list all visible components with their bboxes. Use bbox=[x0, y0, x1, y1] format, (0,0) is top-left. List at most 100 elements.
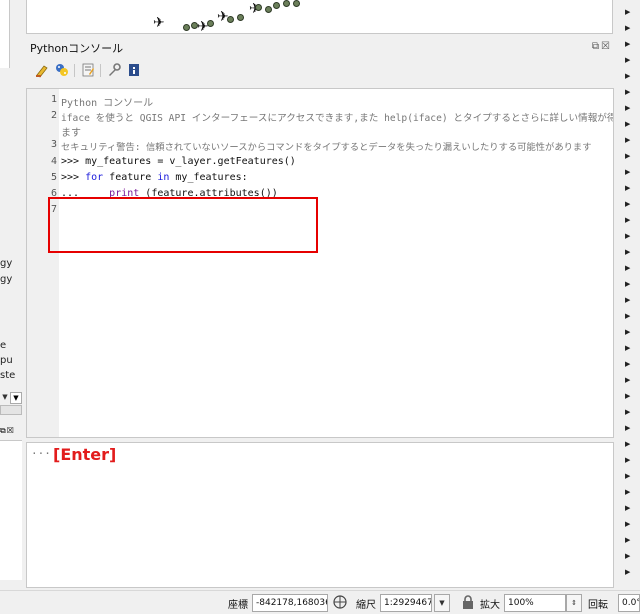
magnifier-field[interactable]: 100% bbox=[504, 594, 566, 612]
expand-arrow-icon[interactable]: ▶ bbox=[625, 152, 630, 160]
expand-arrow-icon[interactable]: ▶ bbox=[625, 200, 630, 208]
horizontal-scrollbar[interactable] bbox=[0, 405, 22, 415]
line-number: 4 bbox=[50, 156, 57, 167]
expand-arrow-icon[interactable]: ▶ bbox=[625, 504, 630, 512]
expand-arrow-icon[interactable]: ▶ bbox=[625, 552, 630, 560]
console-line: >>> for feature in my_features: bbox=[61, 172, 248, 183]
dropdown-arrow-icon[interactable]: ▼ bbox=[10, 392, 22, 404]
expand-arrow-icon[interactable]: ▶ bbox=[625, 136, 630, 144]
expand-arrow-icon[interactable]: ▶ bbox=[625, 392, 630, 400]
status-bar: 座標 -842178,1680360 縮尺 1:29294674 ▼ 拡大 10… bbox=[0, 590, 640, 614]
console-line: セキュリティ警告: 信頼されていないソースからコマンドをタイプするとデータを失っ… bbox=[61, 142, 592, 153]
expand-arrow-icon[interactable]: ▶ bbox=[625, 408, 630, 416]
point-feature-icon bbox=[265, 6, 272, 13]
console-line: ます bbox=[61, 128, 81, 139]
scale-dropdown-arrow-icon[interactable]: ▼ bbox=[434, 594, 450, 612]
show-editor-icon[interactable] bbox=[80, 62, 96, 78]
expand-arrow-icon[interactable]: ▶ bbox=[625, 24, 630, 32]
expand-arrow-icon[interactable]: ▶ bbox=[625, 424, 630, 432]
expand-arrow-icon[interactable]: ▶ bbox=[625, 120, 630, 128]
console-output[interactable]: 1 Python コンソール 2 iface を使うと QGIS API インタ… bbox=[26, 88, 614, 438]
keyword-text: for bbox=[85, 172, 104, 183]
scroll-down-arrow-icon[interactable]: ▼ bbox=[0, 392, 10, 402]
expand-arrow-icon[interactable]: ▶ bbox=[625, 440, 630, 448]
expand-arrow-icon[interactable]: ▶ bbox=[625, 328, 630, 336]
line-number: 2 bbox=[50, 110, 57, 121]
code-text: my_features = v_layer.getFeatures() bbox=[85, 156, 296, 167]
left-fragment-text: e bbox=[0, 340, 7, 351]
left-panel-strip: gy gy e pu ste ▼ ▼ ⧉☒ bbox=[0, 0, 24, 590]
left-fragment-text: ste bbox=[0, 370, 16, 381]
expand-arrow-icon[interactable]: ▶ bbox=[625, 72, 630, 80]
panel-float-close-icons[interactable]: ⧉☒ bbox=[0, 426, 22, 436]
scale-field[interactable]: 1:29294674 bbox=[380, 594, 432, 612]
panel-float-close-icons[interactable]: ⧉☒ bbox=[592, 41, 612, 52]
magnifier-spinner-icon[interactable]: ⇕ bbox=[566, 594, 582, 612]
help-book-icon[interactable] bbox=[126, 62, 142, 78]
expand-arrow-icon[interactable]: ▶ bbox=[625, 360, 630, 368]
enter-annotation: [Enter] bbox=[53, 445, 117, 464]
point-feature-icon bbox=[293, 0, 300, 7]
line-number: 5 bbox=[50, 172, 57, 183]
expand-arrow-icon[interactable]: ▶ bbox=[625, 168, 630, 176]
qgis-window: gy gy e pu ste ▼ ▼ ⧉☒ ✈ ✈ ✈ ✈ ▶ ▶ ▶ ▶ ▶ … bbox=[0, 0, 640, 614]
toolbar-separator bbox=[100, 64, 101, 77]
console-line: >>> my_features = v_layer.getFeatures() bbox=[61, 156, 296, 167]
expand-arrow-icon[interactable]: ▶ bbox=[625, 488, 630, 496]
expand-arrow-icon[interactable]: ▶ bbox=[625, 232, 630, 240]
console-toolbar bbox=[30, 60, 590, 82]
settings-wrench-icon[interactable] bbox=[106, 62, 122, 78]
scale-label: 縮尺 bbox=[356, 600, 376, 611]
expand-arrow-icon[interactable]: ▶ bbox=[625, 344, 630, 352]
lock-icon[interactable] bbox=[460, 594, 476, 610]
expand-arrow-icon[interactable]: ▶ bbox=[625, 520, 630, 528]
mouse-extents-toggle-icon[interactable] bbox=[332, 594, 348, 610]
code-text: feature bbox=[103, 172, 158, 183]
keyword-text: in bbox=[157, 172, 170, 183]
left-panel-list[interactable] bbox=[0, 0, 10, 68]
right-toolbar-strip: ▶ ▶ ▶ ▶ ▶ ▶ ▶ ▶ ▶ ▶ ▶ ▶ ▶ ▶ ▶ ▶ ▶ ▶ ▶ ▶ … bbox=[618, 0, 640, 590]
run-command-icon[interactable] bbox=[54, 62, 70, 78]
left-fragment-text: pu bbox=[0, 355, 13, 366]
input-prompt: ··· bbox=[31, 447, 51, 460]
coordinate-field[interactable]: -842178,1680360 bbox=[252, 594, 328, 612]
expand-arrow-icon[interactable]: ▶ bbox=[625, 8, 630, 16]
left-fragment-text: gy bbox=[0, 274, 13, 285]
point-feature-icon bbox=[183, 24, 190, 31]
left-fragment-text: gy bbox=[0, 258, 13, 269]
expand-arrow-icon[interactable]: ▶ bbox=[625, 264, 630, 272]
prompt-text: >>> bbox=[61, 172, 86, 183]
point-feature-icon bbox=[207, 20, 214, 27]
expand-arrow-icon[interactable]: ▶ bbox=[625, 456, 630, 464]
console-line: iface を使うと QGIS API インターフェースにアクセスできます,また… bbox=[61, 113, 614, 124]
expand-arrow-icon[interactable]: ▶ bbox=[625, 88, 630, 96]
point-feature-icon bbox=[273, 2, 280, 9]
expand-arrow-icon[interactable]: ▶ bbox=[625, 216, 630, 224]
rotation-label: 回転 bbox=[588, 600, 608, 611]
expand-arrow-icon[interactable]: ▶ bbox=[625, 40, 630, 48]
code-text: my_features: bbox=[169, 172, 248, 183]
expand-arrow-icon[interactable]: ▶ bbox=[625, 56, 630, 64]
expand-arrow-icon[interactable]: ▶ bbox=[625, 536, 630, 544]
expand-arrow-icon[interactable]: ▶ bbox=[625, 568, 630, 576]
point-feature-icon bbox=[191, 22, 198, 29]
panel-title: Pythonコンソール bbox=[30, 42, 124, 55]
expand-arrow-icon[interactable]: ▶ bbox=[625, 312, 630, 320]
left-lower-panel bbox=[0, 440, 22, 580]
line-number: 3 bbox=[50, 139, 57, 150]
expand-arrow-icon[interactable]: ▶ bbox=[625, 280, 630, 288]
clear-console-icon[interactable] bbox=[34, 62, 50, 78]
console-input[interactable]: ··· [Enter] bbox=[26, 442, 614, 588]
expand-arrow-icon[interactable]: ▶ bbox=[625, 472, 630, 480]
python-console-panel: Pythonコンソール ⧉☒ 1 Python コンソール 2 iface を使… bbox=[26, 38, 616, 588]
toolbar-separator bbox=[74, 64, 75, 77]
expand-arrow-icon[interactable]: ▶ bbox=[625, 296, 630, 304]
map-canvas[interactable]: ✈ ✈ ✈ ✈ bbox=[26, 0, 613, 34]
expand-arrow-icon[interactable]: ▶ bbox=[625, 104, 630, 112]
rotation-field[interactable]: 0.0° bbox=[618, 594, 640, 612]
expand-arrow-icon[interactable]: ▶ bbox=[625, 184, 630, 192]
expand-arrow-icon[interactable]: ▶ bbox=[625, 248, 630, 256]
expand-arrow-icon[interactable]: ▶ bbox=[625, 376, 630, 384]
airplane-marker-icon: ✈ bbox=[153, 15, 165, 31]
point-feature-icon bbox=[227, 16, 234, 23]
